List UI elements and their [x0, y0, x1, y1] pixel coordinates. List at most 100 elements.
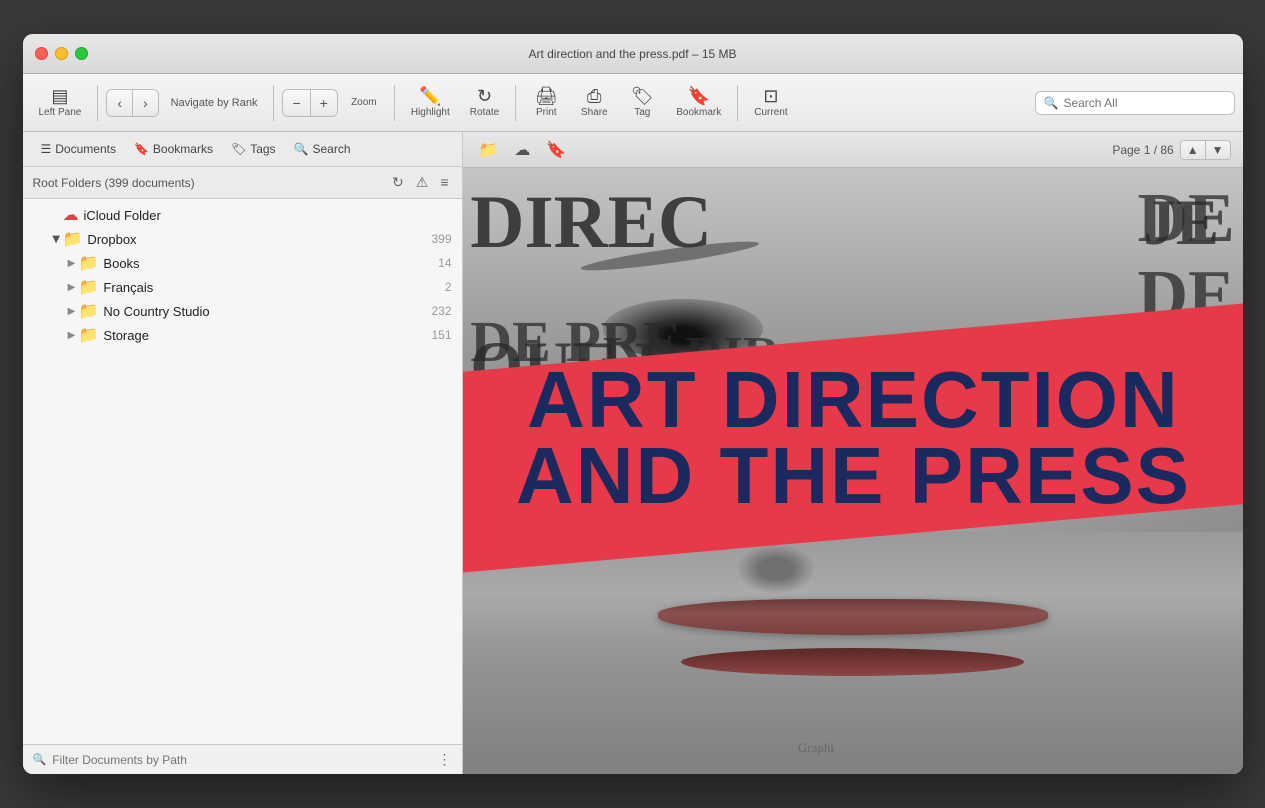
current-icon: ⊡ — [763, 87, 778, 105]
pdf-bookmark-bar-icon[interactable]: 🔖 — [542, 138, 570, 162]
bottom-caption-left: Graphi — [798, 740, 834, 756]
tree-arrow-books: ▶ — [65, 258, 79, 269]
pdf-page-nav: ▲ ▼ — [1180, 140, 1231, 160]
search-tab-icon: 🔍 — [294, 142, 309, 156]
highlight-button[interactable]: ✏️ Highlight — [403, 83, 458, 122]
icloud-folder-label: iCloud Folder — [84, 208, 452, 223]
tree-item-francais[interactable]: ▶ 📁 Français 2 — [23, 275, 462, 299]
pdf-toolbar: 📁 ☁ 🔖 Page 1 / 86 ▲ ▼ — [463, 132, 1243, 168]
toolbar-separator-5 — [737, 85, 738, 121]
tree-arrow-dropbox: ▶ — [50, 232, 61, 246]
bookmark-icon: 🔖 — [688, 87, 710, 105]
tree-arrow-storage: ▶ — [65, 330, 79, 341]
storage-folder-label: Storage — [103, 328, 425, 343]
zoom-in-button[interactable]: + — [311, 90, 337, 116]
zoom-buttons: − + — [282, 89, 337, 117]
rotate-icon: ↻ — [477, 87, 492, 105]
close-button[interactable] — [35, 47, 48, 60]
bookmarks-icon: 🔖 — [134, 142, 149, 156]
root-folders-label: Root Folders (399 documents) — [33, 176, 195, 190]
sidebar-header: Root Folders (399 documents) ↻ ⚠ ≡ — [23, 167, 462, 199]
filter-search-icon: 🔍 — [33, 753, 47, 766]
francais-count: 2 — [445, 280, 452, 294]
francais-folder-label: Français — [103, 280, 438, 295]
tree-item-books[interactable]: ▶ 📁 Books 14 — [23, 251, 462, 275]
rotate-button[interactable]: ↻ Rotate — [462, 83, 507, 122]
navigate-by-rank-button[interactable]: Navigate by Rank — [163, 93, 266, 113]
print-icon: 🖨 — [535, 87, 558, 105]
tree-item-dropbox[interactable]: ▶ 📁 Dropbox 399 — [23, 227, 462, 251]
no-country-studio-folder-label: No Country Studio — [103, 304, 425, 319]
lips-lower — [681, 648, 1024, 676]
navigate-buttons: ‹ › — [106, 89, 158, 117]
toolbar-separator-1 — [97, 85, 98, 121]
tree-arrow-francais: ▶ — [65, 282, 79, 293]
share-button[interactable]: ⎙ Share — [572, 83, 616, 122]
toolbar: ▤ Left Pane ‹ › Navigate by Rank − + Zoo… — [23, 74, 1243, 132]
search-input[interactable] — [1063, 96, 1225, 110]
books-folder-label: Books — [103, 256, 432, 271]
window-title: Art direction and the press.pdf – 15 MB — [528, 47, 736, 61]
folder-tree: ☁ iCloud Folder ▶ 📁 Dropbox 399 ▶ 📁 — [23, 199, 462, 744]
left-pane-icon: ▤ — [51, 87, 68, 105]
tags-icon: 🏷 — [231, 142, 246, 156]
navigate-back-button[interactable]: ‹ — [107, 90, 133, 116]
dropbox-folder-icon: 📁 — [63, 229, 83, 249]
main-content: ☰ Documents 🔖 Bookmarks 🏷 Tags 🔍 Search — [23, 132, 1243, 774]
storage-folder-icon: 📁 — [79, 325, 99, 345]
print-button[interactable]: 🖨 Print — [524, 83, 568, 122]
search-box[interactable]: 🔍 — [1035, 91, 1235, 115]
title-bar: Art direction and the press.pdf – 15 MB — [23, 34, 1243, 74]
page-number-label: Page 1 / 86 — [1112, 143, 1173, 157]
highlight-icon: ✏️ — [419, 87, 441, 105]
tree-item-no-country-studio[interactable]: ▶ 📁 No Country Studio 232 — [23, 299, 462, 323]
pdf-viewer: 📁 ☁ 🔖 Page 1 / 86 ▲ ▼ — [463, 132, 1243, 774]
filter-toggle-button[interactable]: ⋮ — [438, 751, 452, 768]
book-cover: DIREC JE DEDEDEDE QUE D LA DIRE DE PREDE… — [463, 168, 1243, 774]
bookmark-button[interactable]: 🔖 Bookmark — [668, 83, 729, 122]
filter-input[interactable] — [52, 753, 431, 767]
tag-button[interactable]: 🏷 Tag — [620, 83, 664, 122]
tree-item-storage[interactable]: ▶ 📁 Storage 151 — [23, 323, 462, 347]
sidebar-header-actions: ↻ ⚠ ≡ — [389, 173, 451, 192]
next-page-button[interactable]: ▼ — [1206, 141, 1230, 159]
zoom-out-button[interactable]: − — [283, 90, 310, 116]
tab-bookmarks[interactable]: 🔖 Bookmarks — [126, 138, 221, 160]
banner-text: ART DIRECTION AND THE PRESS — [515, 362, 1190, 514]
francais-folder-icon: 📁 — [79, 277, 99, 297]
sidebar-filter: 🔍 ⋮ — [23, 744, 462, 774]
tree-item-icloud[interactable]: ☁ iCloud Folder — [23, 203, 462, 227]
icloud-icon: ☁ — [63, 205, 79, 225]
lips-upper — [658, 599, 1048, 635]
no-country-studio-folder-icon: 📁 — [79, 301, 99, 321]
traffic-lights — [35, 47, 88, 60]
pdf-page-info: Page 1 / 86 ▲ ▼ — [1112, 140, 1230, 160]
documents-icon: ☰ — [41, 142, 52, 156]
dropbox-count: 399 — [431, 232, 451, 246]
list-options-button[interactable]: ≡ — [437, 173, 451, 192]
current-button[interactable]: ⊡ Current — [746, 83, 795, 122]
minimize-button[interactable] — [55, 47, 68, 60]
left-pane-button[interactable]: ▤ Left Pane — [31, 83, 90, 122]
pdf-folder-icon[interactable]: 📁 — [475, 138, 503, 162]
warning-button[interactable]: ⚠ — [413, 173, 432, 192]
zoom-label-button[interactable]: Zoom — [342, 93, 386, 112]
refresh-button[interactable]: ↻ — [389, 173, 407, 192]
share-icon: ⎙ — [587, 87, 601, 105]
tab-documents[interactable]: ☰ Documents — [33, 138, 124, 160]
tag-icon: 🏷 — [631, 87, 654, 105]
tab-tags[interactable]: 🏷 Tags — [223, 138, 284, 160]
nose-area — [736, 544, 816, 594]
navigate-forward-button[interactable]: › — [133, 90, 158, 116]
toolbar-separator-3 — [394, 85, 395, 121]
search-icon: 🔍 — [1044, 96, 1059, 110]
storage-count: 151 — [431, 328, 451, 342]
prev-page-button[interactable]: ▲ — [1181, 141, 1206, 159]
pdf-cloud-icon[interactable]: ☁ — [510, 138, 534, 162]
maximize-button[interactable] — [75, 47, 88, 60]
main-window: Art direction and the press.pdf – 15 MB … — [23, 34, 1243, 774]
pdf-content[interactable]: DIREC JE DEDEDEDE QUE D LA DIRE DE PREDE… — [463, 168, 1243, 774]
sidebar: ☰ Documents 🔖 Bookmarks 🏷 Tags 🔍 Search — [23, 132, 463, 774]
tab-search[interactable]: 🔍 Search — [286, 138, 359, 160]
toolbar-separator-2 — [273, 85, 274, 121]
